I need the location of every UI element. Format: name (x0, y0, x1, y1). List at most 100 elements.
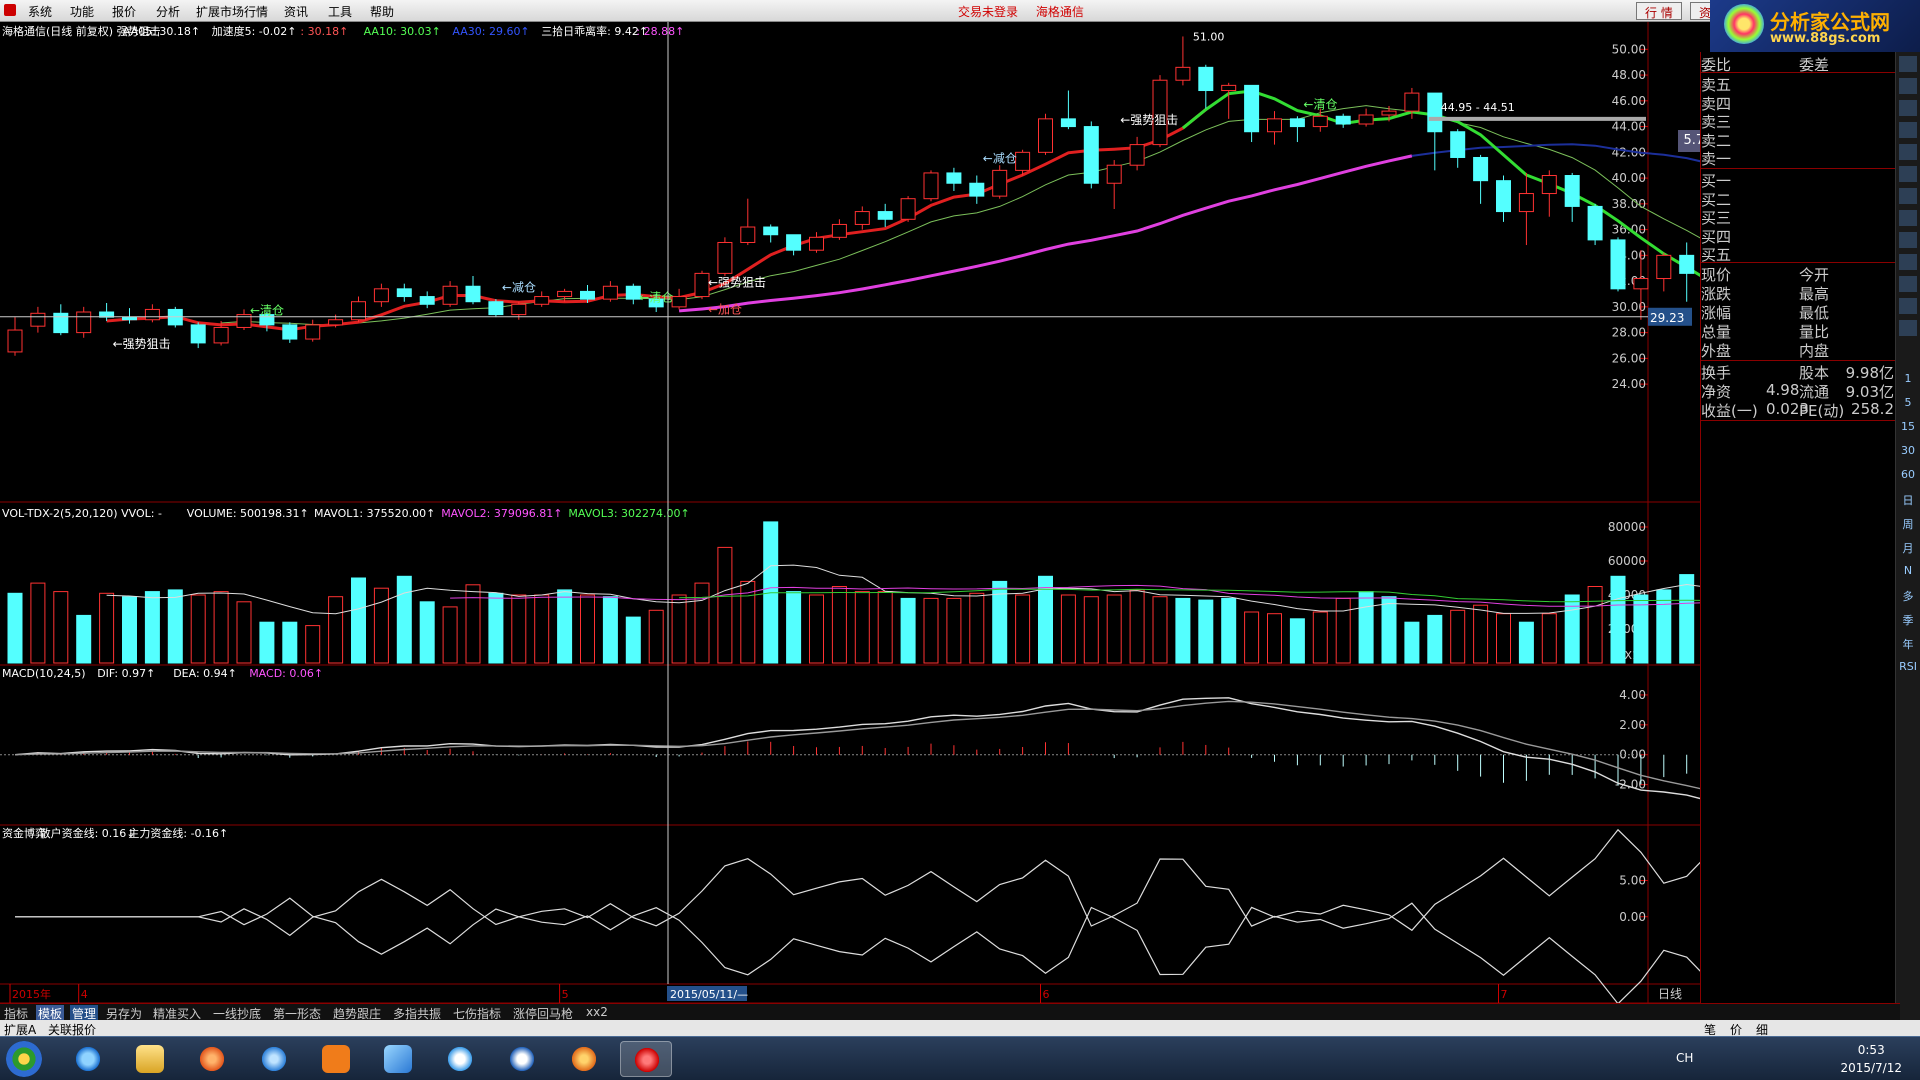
period-button-7[interactable]: 月 (1899, 540, 1917, 556)
volume-bar[interactable] (1198, 599, 1214, 664)
candle-body[interactable] (53, 312, 69, 334)
volume-bar[interactable] (1312, 611, 1328, 664)
tool-icon[interactable] (1899, 276, 1917, 292)
ask-row[interactable]: 卖二 (1701, 130, 1896, 150)
ask-row[interactable]: 卖三 (1701, 111, 1896, 131)
candle-body[interactable] (305, 324, 321, 340)
stock-chart-area[interactable]: 海格通信(日线 前复权) 强势狙击AA05: 30.18↑ 加速度5: -0.02… (0, 22, 1700, 1020)
bottom-tab-11[interactable]: xx2 (584, 1005, 610, 1020)
period-button-9[interactable]: 多 (1899, 588, 1917, 604)
bottom-tab-0[interactable]: 指标 (2, 1005, 30, 1021)
candle-body[interactable] (1358, 114, 1374, 125)
bid-row[interactable]: 买四 (1701, 226, 1896, 246)
candle-body[interactable] (1633, 278, 1649, 290)
volume-bar[interactable] (1473, 604, 1489, 664)
candle-body[interactable] (1427, 92, 1443, 133)
bottom-tab-4[interactable]: 精准买入 (151, 1005, 203, 1021)
candle-body[interactable] (1221, 84, 1237, 92)
volume-bar[interactable] (625, 616, 641, 664)
taskbar-app-bird[interactable] (372, 1041, 424, 1077)
app-logo-icon[interactable] (4, 4, 16, 16)
candle-body[interactable] (1450, 131, 1466, 158)
tool-icon[interactable] (1899, 122, 1917, 138)
volume-bar[interactable] (534, 594, 550, 664)
volume-bar[interactable] (786, 591, 802, 664)
volume-bar[interactable] (671, 594, 687, 664)
candle-body[interactable] (1267, 118, 1282, 133)
candle-body[interactable] (694, 272, 710, 298)
candle-body[interactable] (992, 169, 1008, 197)
volume-bar[interactable] (7, 592, 23, 664)
candle-body[interactable] (1496, 180, 1511, 213)
taskbar-stock-app[interactable] (620, 1041, 672, 1077)
bottom-tab-8[interactable]: 多指共振 (391, 1005, 443, 1021)
volume-bar[interactable] (1518, 621, 1534, 664)
candle-body[interactable] (786, 234, 802, 251)
candle-body[interactable] (625, 285, 641, 300)
candle-body[interactable] (1038, 118, 1053, 153)
candle-body[interactable] (1198, 66, 1214, 92)
tool-icon[interactable] (1899, 188, 1917, 204)
period-button-6[interactable]: 周 (1899, 516, 1917, 532)
volume-bar[interactable] (946, 597, 962, 664)
volume-bar[interactable] (442, 606, 458, 664)
candle-body[interactable] (1541, 175, 1557, 195)
volume-bar[interactable] (1335, 597, 1351, 664)
candle-body[interactable] (1381, 110, 1397, 116)
period-button-5[interactable]: 日 (1899, 492, 1917, 508)
candle-body[interactable] (831, 223, 847, 238)
volume-bar[interactable] (1404, 621, 1420, 664)
menu-news[interactable]: 资讯 (284, 3, 308, 20)
candle-body[interactable] (1015, 151, 1031, 171)
volume-bar[interactable] (1587, 586, 1603, 664)
candle-body[interactable] (511, 303, 527, 316)
volume-bar[interactable] (1129, 589, 1145, 664)
candle-body[interactable] (1335, 115, 1351, 125)
menu-system[interactable]: 系统 (28, 3, 52, 20)
bottom-tab-1[interactable]: 模板 (36, 1005, 65, 1021)
candle-body[interactable] (534, 296, 550, 305)
candle-body[interactable] (740, 226, 756, 243)
candle-body[interactable] (30, 312, 46, 327)
candle-body[interactable] (76, 311, 92, 334)
candle-body[interactable] (877, 211, 893, 220)
period-button-0[interactable]: 1 (1899, 372, 1917, 388)
candle-body[interactable] (1175, 66, 1191, 81)
volume-bar[interactable] (1175, 597, 1191, 664)
volume-bar[interactable] (854, 591, 870, 664)
candle-body[interactable] (1473, 156, 1489, 182)
bid-row[interactable]: 买一 (1701, 170, 1896, 190)
volume-bar[interactable] (76, 614, 92, 664)
candle-body[interactable] (396, 288, 412, 298)
candle-body[interactable] (1244, 84, 1260, 133)
candle-body[interactable] (969, 182, 985, 197)
ask-row[interactable]: 卖四 (1701, 93, 1896, 113)
bid-row[interactable]: 买五 (1701, 244, 1896, 264)
candle-body[interactable] (854, 211, 870, 225)
volume-bar[interactable] (167, 589, 183, 664)
volume-bar[interactable] (144, 591, 160, 664)
volume-bar[interactable] (557, 589, 573, 664)
bid-row[interactable]: 买二 (1701, 189, 1896, 209)
volume-bar[interactable] (900, 597, 916, 664)
taskbar-app-blue[interactable] (248, 1041, 300, 1077)
volume-bar[interactable] (213, 591, 229, 664)
taskbar-app-orange[interactable] (186, 1041, 238, 1077)
tool-icon[interactable] (1899, 100, 1917, 116)
tool-icon[interactable] (1899, 56, 1917, 72)
candle-body[interactable] (602, 285, 618, 300)
period-button-4[interactable]: 60 (1899, 468, 1917, 484)
volume-bar[interactable] (580, 594, 595, 664)
candle-body[interactable] (144, 308, 160, 321)
tool-icon[interactable] (1899, 78, 1917, 94)
volume-bar[interactable] (877, 591, 893, 664)
menu-function[interactable]: 功能 (70, 3, 94, 20)
candle-body[interactable] (1106, 164, 1122, 184)
bottom-tab-2[interactable]: 管理 (70, 1005, 99, 1021)
bottom-tab-9[interactable]: 七伤指标 (451, 1005, 503, 1021)
candle-body[interactable] (7, 329, 23, 353)
candle-body[interactable] (1518, 193, 1534, 213)
candle-body[interactable] (580, 290, 595, 300)
volume-bar[interactable] (99, 592, 115, 664)
candle-body[interactable] (809, 236, 824, 251)
